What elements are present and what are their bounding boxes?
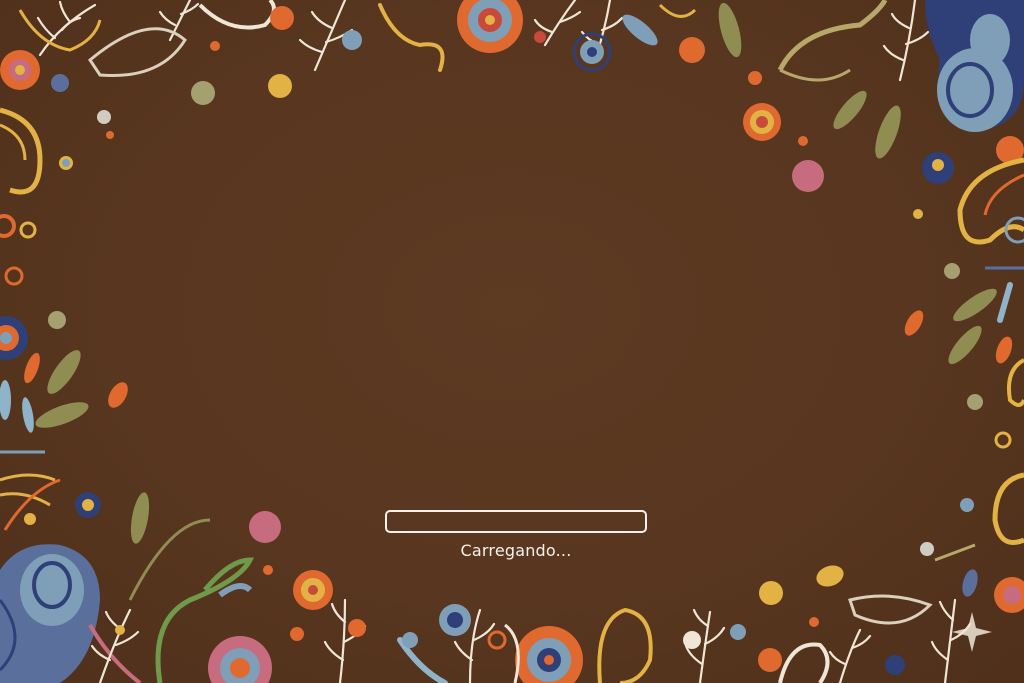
loading-screen: Carregando... xyxy=(0,0,1024,683)
sparkle-icon xyxy=(952,612,992,652)
top-border-decor xyxy=(0,0,1024,192)
right-border-decor xyxy=(904,157,1024,613)
bottom-border-decor xyxy=(0,544,972,683)
loading-progress-bar xyxy=(385,510,647,533)
loading-label: Carregando... xyxy=(460,541,572,560)
left-border-decor xyxy=(0,107,281,601)
folk-art-floral-border xyxy=(0,0,1024,683)
